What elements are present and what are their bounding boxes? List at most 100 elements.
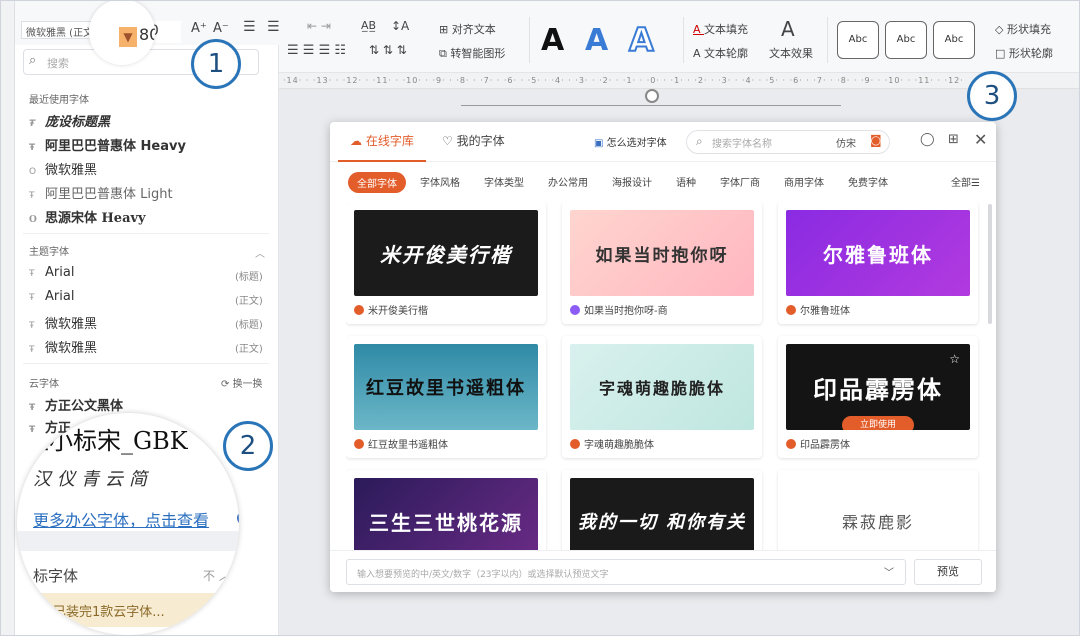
imitate-font-button[interactable]: 仿宋 — [836, 135, 856, 150]
text-style-blue[interactable]: A — [585, 23, 608, 58]
selection-line — [461, 105, 841, 106]
category-all[interactable]: 全部字体 — [348, 172, 406, 193]
text-effect-button[interactable]: 文本效果 — [769, 45, 813, 61]
font-card[interactable]: 我的一切 和你有关 — [562, 470, 762, 550]
font-card[interactable]: 尔雅鲁班体 尔雅鲁班体 — [778, 202, 978, 324]
collapse-icon[interactable]: ︿ — [255, 245, 265, 260]
font-item-label: 微软雅黑 — [45, 341, 98, 356]
font-item[interactable]: Ŧ 阿里巴巴普惠体 Heavy — [29, 135, 186, 154]
font-item[interactable]: Ŧ 阿里巴巴普惠体 Light — [29, 183, 173, 202]
font-role-tag: (正文) — [235, 344, 263, 355]
chevron-down-icon[interactable]: ﹀ — [884, 564, 894, 579]
font-type-icon: Ŧ — [29, 321, 35, 331]
font-item-label: 方正公文黑体 — [45, 399, 124, 414]
font-preview-image: 字魂萌趣脆脆体 — [570, 344, 754, 430]
highlight-bar — [17, 531, 239, 551]
font-card-name: 字魂萌趣脆脆体 — [584, 440, 654, 451]
preview-button[interactable]: 预览 — [914, 559, 982, 585]
font-card[interactable]: 霖菽鹿影 — [778, 470, 978, 550]
camera-icon[interactable]: ◙ — [870, 133, 882, 147]
font-card[interactable]: 三生三世桃花源 — [346, 470, 546, 550]
font-item[interactable]: Ŧ Arial — [29, 265, 74, 280]
font-preview-text: 米开俊美行楷 — [380, 242, 512, 267]
category-style[interactable]: 字体风格 — [420, 174, 460, 189]
chat-icon[interactable]: ◯ — [920, 132, 935, 147]
font-search-placeholder: 搜索 — [47, 57, 69, 70]
shape-outline-icon: □ — [995, 47, 1009, 60]
use-now-button[interactable]: 立即使用 — [842, 416, 914, 430]
tab-my-fonts[interactable]: ♡ 我的字体 — [442, 122, 505, 162]
smart-graphic-label: 转智能图形 — [450, 47, 506, 60]
font-card[interactable]: 字魂萌趣脆脆体 字魂萌趣脆脆体 — [562, 336, 762, 458]
bullet-list-icon[interactable]: ☰ — [243, 19, 256, 35]
category-all-menu[interactable]: 全部☰ — [951, 174, 980, 189]
close-icon[interactable]: ✕ — [974, 130, 987, 149]
font-item-label: 微软雅黑 — [45, 317, 98, 332]
zoom-callout-more-fonts: 正小标宋_GBK 汉仪青云简 更多办公字体，点击查看 标字体 不 ︿ 已装完1款… — [17, 413, 239, 635]
cloud-icon: ☁ — [350, 134, 366, 148]
font-preview-text: 三生三世桃花源 — [369, 510, 523, 535]
font-preview-image: 三生三世桃花源 — [354, 478, 538, 550]
text-style-outline[interactable]: A — [628, 20, 655, 60]
font-item[interactable]: Ŧ 微软雅黑 — [29, 337, 97, 356]
refresh-button[interactable]: ⟳ 换一换 — [221, 375, 263, 390]
grid-icon[interactable]: ⊞ — [948, 132, 959, 147]
font-preview-text: 我的一切 和你有关 — [577, 512, 747, 533]
line-spacing-icon[interactable]: ↕A — [391, 19, 409, 33]
font-item-label: 思源宋体 Heavy — [45, 211, 146, 226]
char-spacing-icon[interactable]: A̲B̲ — [361, 19, 376, 32]
star-icon[interactable]: ☆ — [949, 352, 960, 366]
category-type[interactable]: 字体类型 — [484, 174, 524, 189]
indent-icon[interactable]: ⇤ ⇥ — [307, 19, 331, 33]
shape-style-3[interactable]: Abc — [933, 21, 975, 59]
tab-online-fonts[interactable]: ☁ 在线字库 — [338, 122, 426, 162]
text-fill-button[interactable]: A 文本填充 — [693, 21, 748, 37]
numbered-list-icon[interactable]: ☰ — [267, 19, 280, 35]
shape-style-1[interactable]: Abc — [837, 21, 879, 59]
text-outline-button[interactable]: A 文本轮廓 — [693, 45, 748, 61]
smart-graphic-button[interactable]: ⧉ 转智能图形 — [439, 45, 505, 61]
font-item[interactable]: Ŧ 微软雅黑 — [29, 313, 97, 332]
category-language[interactable]: 语种 — [676, 174, 696, 189]
more-fonts-link[interactable]: 更多办公字体，点击查看 — [33, 507, 209, 531]
font-item[interactable]: Ŧ 方正公文黑体 — [29, 395, 123, 414]
rotate-handle[interactable] — [645, 89, 659, 103]
category-office[interactable]: 办公常用 — [548, 174, 588, 189]
text-style-black[interactable]: A — [541, 23, 564, 58]
category-vendor[interactable]: 字体厂商 — [720, 174, 760, 189]
shape-style-2[interactable]: Abc — [885, 21, 927, 59]
refresh-icon: ⟳ — [221, 379, 233, 390]
scrollbar[interactable] — [988, 204, 992, 324]
category-commercial[interactable]: 商用字体 — [784, 174, 824, 189]
category-free[interactable]: 免费字体 — [848, 174, 888, 189]
font-item[interactable]: Ŧ Arial — [29, 289, 74, 304]
font-card[interactable]: 如果当时抱你呀 如果当时抱你呀-商 — [562, 202, 762, 324]
font-item-label: 微软雅黑 — [45, 163, 98, 178]
font-item[interactable]: Ŧ 庞设标题黑 — [29, 111, 110, 130]
how-to-choose-link[interactable]: ▣ 怎么选对字体 — [594, 134, 667, 149]
align-icons[interactable]: ☰ ☰ ☰ ☷ — [287, 43, 346, 58]
callout-2: 2 — [223, 421, 273, 471]
font-type-icon: Ŧ — [29, 143, 36, 153]
search-icon: ⌕ — [29, 53, 37, 68]
theme-fonts-title: 主题字体 — [29, 247, 69, 258]
font-type-icon: Ŧ — [29, 269, 35, 279]
font-card[interactable]: 红豆故里书遥粗体 红豆故里书遥粗体 — [346, 336, 546, 458]
align-text-button[interactable]: ⊞ 对齐文本 — [439, 21, 496, 37]
font-card[interactable]: 印品霹雳体 立即使用 ☆ 印品霹雳体 — [778, 336, 978, 458]
opentype-icon: O — [29, 215, 37, 225]
shrink-font-button[interactable]: A⁻ — [213, 21, 229, 36]
shape-outline-button[interactable]: □ 形状轮廓 — [995, 45, 1053, 61]
shape-fill-button[interactable]: ◇ 形状填充 — [995, 21, 1051, 37]
grow-font-button[interactable]: A⁺ — [191, 21, 207, 36]
font-item[interactable]: O 微软雅黑 — [29, 159, 97, 178]
preview-text-input[interactable]: 输入想要预览的中/英文/数字（23字以内）或选择默认预览文字 — [346, 559, 906, 585]
font-card[interactable]: 米开俊美行楷 米开俊美行楷 — [346, 202, 546, 324]
video-icon: ▣ — [594, 138, 607, 149]
font-item[interactable]: O 思源宋体 Heavy — [29, 207, 146, 226]
opentype-icon: O — [29, 167, 37, 177]
dropdown-arrow-icon: ▼ — [119, 27, 137, 47]
category-poster[interactable]: 海报设计 — [612, 174, 652, 189]
spacing-icons[interactable]: ⇅ ⇅ ⇅ — [369, 43, 407, 57]
text-effect-icon[interactable]: A — [781, 17, 795, 41]
